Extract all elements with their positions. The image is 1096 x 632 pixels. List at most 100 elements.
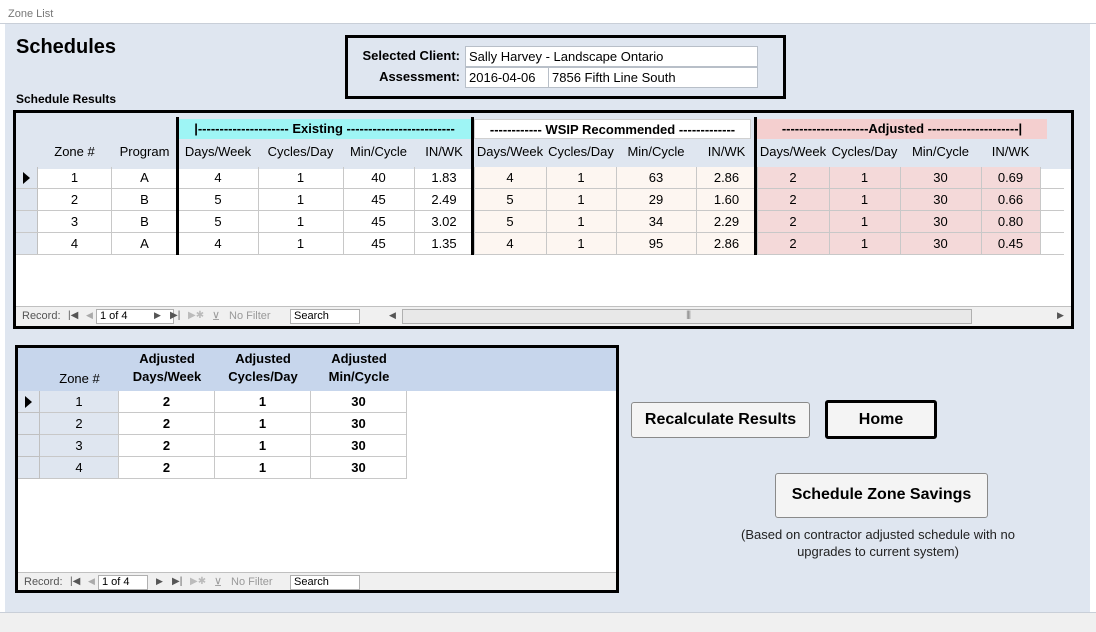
cell-existing-in-wk[interactable]: 1.83 [414,167,474,189]
cell-adjusted-days-week[interactable]: 2 [757,233,829,255]
cell-existing-in-wk[interactable]: 3.02 [414,211,474,233]
cell-wsip-cycles-day[interactable]: 1 [546,211,616,233]
search-input[interactable]: Search [290,309,360,324]
record-selector[interactable] [18,413,40,435]
new-record-icon[interactable]: ▶✱ [188,310,204,321]
cell-existing-min-cycle[interactable]: 45 [343,233,414,255]
cell-zone-number[interactable]: 1 [38,167,111,189]
record-selector[interactable] [18,435,40,457]
cell-wsip-in-wk[interactable]: 2.86 [696,167,757,189]
cell-blank[interactable] [1040,233,1064,255]
cell-adjusted-cycles-day[interactable]: 1 [829,167,900,189]
cell-blank[interactable] [1040,167,1064,189]
recalculate-results-button[interactable]: Recalculate Results [631,402,810,438]
cell-existing-days-week[interactable]: 4 [178,233,258,255]
cell-program[interactable]: B [111,211,178,233]
cell-existing-in-wk[interactable]: 1.35 [414,233,474,255]
record-selector[interactable] [18,457,40,479]
cell-adjusted-min-cycle[interactable]: 30 [311,457,407,479]
cell-adjusted-min-cycle[interactable]: 30 [900,189,981,211]
cell-wsip-in-wk[interactable]: 2.29 [696,211,757,233]
cell-existing-cycles-day[interactable]: 1 [258,167,343,189]
cell-adjusted-cycles-day[interactable]: 1 [829,211,900,233]
cell-existing-days-week[interactable]: 5 [178,211,258,233]
cell-existing-cycles-day[interactable]: 1 [258,233,343,255]
cell-adjusted-in-wk[interactable]: 0.69 [981,167,1040,189]
horizontal-scrollbar-thumb[interactable]: ⦀ [402,309,972,324]
filter-icon[interactable]: ⊻ [212,310,220,323]
cell-adjusted-min-cycle[interactable]: 30 [311,391,407,413]
cell-adjusted-in-wk[interactable]: 0.66 [981,189,1040,211]
cell-wsip-days-week[interactable]: 5 [474,211,546,233]
cell-adjusted-min-cycle[interactable]: 30 [311,435,407,457]
cell-adjusted-cycles-day[interactable]: 1 [215,413,311,435]
cell-existing-min-cycle[interactable]: 45 [343,211,414,233]
next-record-icon[interactable]: ▶ [154,310,161,321]
cell-zone-number[interactable]: 1 [40,391,119,413]
assessment-date-field[interactable]: 2016-04-06 [465,67,549,88]
cell-existing-min-cycle[interactable]: 45 [343,189,414,211]
first-record-icon[interactable]: |◀ [70,576,80,587]
cell-existing-days-week[interactable]: 4 [178,167,258,189]
cell-adjusted-cycles-day[interactable]: 1 [215,391,311,413]
cell-adjusted-days-week[interactable]: 2 [119,457,215,479]
cell-adjusted-cycles-day[interactable]: 1 [829,189,900,211]
last-record-icon[interactable]: ▶| [170,310,180,321]
cell-adjusted-days-week[interactable]: 2 [119,413,215,435]
cell-zone-number[interactable]: 4 [38,233,111,255]
schedule-zone-savings-button[interactable]: Schedule Zone Savings [775,473,988,518]
record-position-field[interactable]: 1 of 4 [98,575,148,590]
cell-zone-number[interactable]: 3 [38,211,111,233]
cell-adjusted-min-cycle[interactable]: 30 [900,233,981,255]
cell-program[interactable]: A [111,233,178,255]
selected-client-field[interactable]: Sally Harvey - Landscape Ontario [465,46,758,67]
cell-zone-number[interactable]: 4 [40,457,119,479]
cell-wsip-min-cycle[interactable]: 29 [616,189,696,211]
cell-adjusted-cycles-day[interactable]: 1 [829,233,900,255]
scroll-left-icon[interactable]: ◀ [389,310,396,321]
cell-existing-days-week[interactable]: 5 [178,189,258,211]
cell-adjusted-cycles-day[interactable]: 1 [215,435,311,457]
next-record-icon[interactable]: ▶ [156,576,163,587]
cell-adjusted-min-cycle[interactable]: 30 [900,167,981,189]
first-record-icon[interactable]: |◀ [68,310,78,321]
cell-adjusted-in-wk[interactable]: 0.80 [981,211,1040,233]
assessment-address-field[interactable]: 7856 Fifth Line South [548,67,758,88]
cell-adjusted-days-week[interactable]: 2 [757,189,829,211]
cell-wsip-in-wk[interactable]: 1.60 [696,189,757,211]
cell-program[interactable]: A [111,167,178,189]
search-input[interactable]: Search [290,575,360,590]
cell-existing-cycles-day[interactable]: 1 [258,211,343,233]
cell-blank[interactable] [1040,189,1064,211]
home-button[interactable]: Home [825,400,937,439]
cell-adjusted-days-week[interactable]: 2 [757,167,829,189]
cell-wsip-days-week[interactable]: 5 [474,189,546,211]
cell-blank[interactable] [1040,211,1064,233]
cell-adjusted-min-cycle[interactable]: 30 [900,211,981,233]
record-selector[interactable] [16,233,38,255]
cell-wsip-in-wk[interactable]: 2.86 [696,233,757,255]
cell-wsip-days-week[interactable]: 4 [474,167,546,189]
cell-wsip-cycles-day[interactable]: 1 [546,167,616,189]
record-selector[interactable] [16,211,38,233]
cell-wsip-days-week[interactable]: 4 [474,233,546,255]
cell-adjusted-min-cycle[interactable]: 30 [311,413,407,435]
cell-existing-min-cycle[interactable]: 40 [343,167,414,189]
cell-wsip-min-cycle[interactable]: 95 [616,233,696,255]
cell-program[interactable]: B [111,189,178,211]
cell-zone-number[interactable]: 3 [40,435,119,457]
filter-icon[interactable]: ⊻ [214,576,222,589]
cell-adjusted-in-wk[interactable]: 0.45 [981,233,1040,255]
previous-record-icon[interactable]: ◀ [86,310,93,321]
cell-zone-number[interactable]: 2 [40,413,119,435]
record-selector[interactable] [16,189,38,211]
cell-wsip-cycles-day[interactable]: 1 [546,189,616,211]
no-filter-label[interactable]: No Filter [229,310,271,322]
last-record-icon[interactable]: ▶| [172,576,182,587]
record-selector[interactable] [18,391,40,413]
new-record-icon[interactable]: ▶✱ [190,576,206,587]
cell-existing-cycles-day[interactable]: 1 [258,189,343,211]
cell-adjusted-cycles-day[interactable]: 1 [215,457,311,479]
cell-adjusted-days-week[interactable]: 2 [119,435,215,457]
record-position-field[interactable]: 1 of 4 [96,309,174,324]
